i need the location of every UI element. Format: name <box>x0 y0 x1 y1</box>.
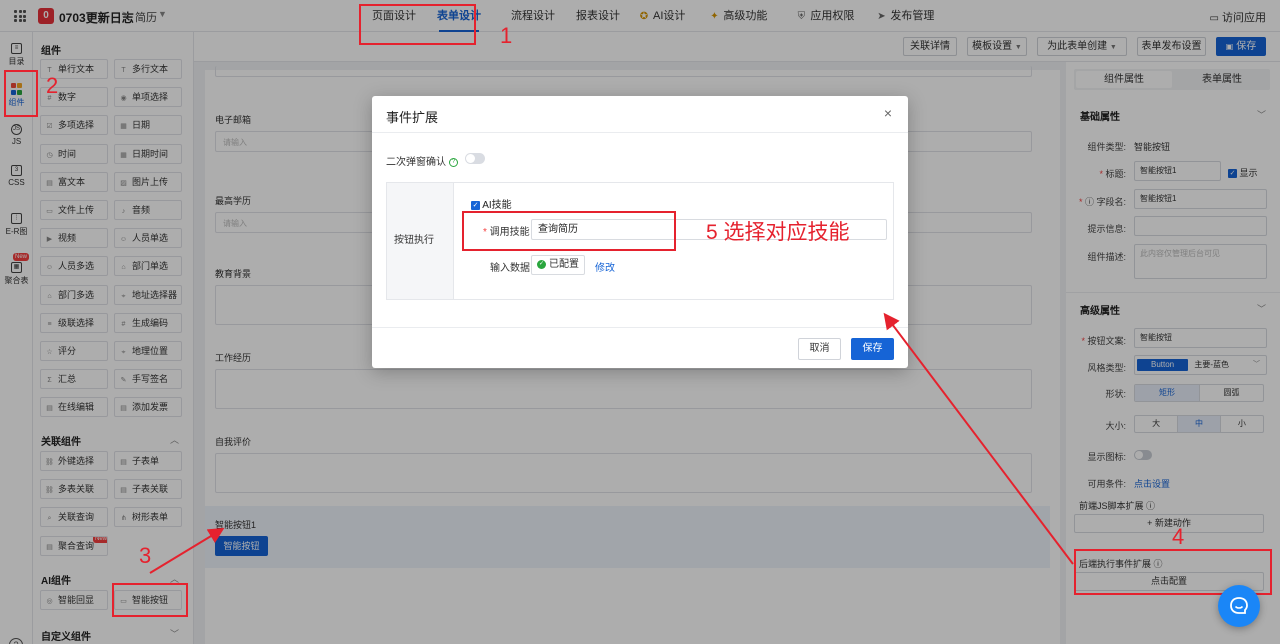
chat-icon <box>1230 597 1248 614</box>
annotation-arrow-4 <box>883 312 1074 565</box>
chat-assistant-button[interactable] <box>1218 585 1260 627</box>
annotation-arrows <box>149 312 1074 574</box>
annotation-arrow-3 <box>149 527 225 574</box>
